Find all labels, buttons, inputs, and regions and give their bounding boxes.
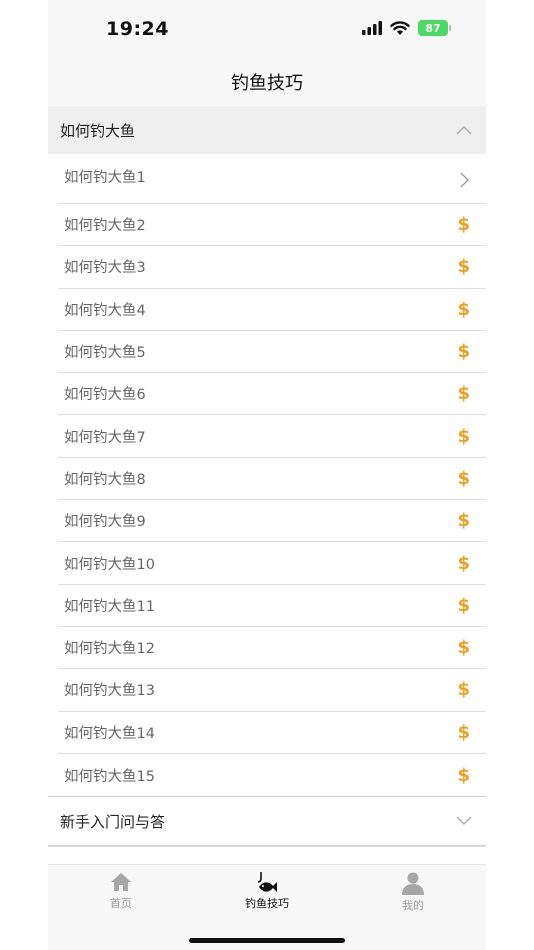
tab-profile[interactable]: 我的 bbox=[363, 871, 463, 913]
person-icon bbox=[402, 872, 424, 895]
list-item-label: 如何钓大鱼4 bbox=[64, 302, 146, 319]
left-margin bbox=[0, 0, 48, 950]
home-icon bbox=[111, 873, 131, 891]
battery-level: 87 bbox=[425, 21, 441, 35]
coin-icon: $ bbox=[457, 764, 470, 786]
list-item[interactable]: 如何钓大鱼11 $ bbox=[58, 585, 486, 627]
coin-icon: $ bbox=[457, 552, 470, 574]
chevron-down-icon bbox=[456, 816, 472, 826]
wifi-icon bbox=[390, 20, 410, 35]
list-item-label: 如何钓大鱼14 bbox=[64, 725, 155, 742]
list-item-label: 如何钓大鱼3 bbox=[64, 260, 146, 277]
list-item[interactable]: 如何钓大鱼6 $ bbox=[58, 373, 486, 416]
coin-icon: $ bbox=[457, 383, 470, 405]
status-time: 19:24 bbox=[106, 18, 169, 40]
list-item[interactable]: 如何钓大鱼8 $ bbox=[58, 458, 486, 501]
page-title: 钓鱼技巧 bbox=[231, 73, 303, 94]
list-item-label: 如何钓大鱼11 bbox=[64, 598, 155, 615]
list-item[interactable]: 如何钓大鱼4 $ bbox=[58, 289, 486, 331]
list-item[interactable]: 如何钓大鱼13 $ bbox=[58, 669, 486, 712]
list-item-label: 如何钓大鱼12 bbox=[64, 641, 155, 658]
list-item-label: 如何钓大鱼7 bbox=[64, 429, 146, 446]
list-item[interactable]: 如何钓大鱼9 $ bbox=[58, 500, 486, 543]
coin-icon: $ bbox=[457, 425, 470, 447]
coin-icon: $ bbox=[457, 298, 470, 320]
partial-section-header[interactable] bbox=[48, 846, 486, 864]
tips-list[interactable]: 如何钓大鱼 如何钓大鱼1 如何钓大鱼2 $ 如何钓大鱼3 $ 如何钓大鱼4 $ … bbox=[48, 106, 486, 864]
coin-icon: $ bbox=[457, 510, 470, 532]
list-item-label: 如何钓大鱼2 bbox=[64, 218, 146, 235]
chevron-up-icon bbox=[456, 126, 472, 135]
list-item-label: 如何钓大鱼15 bbox=[64, 768, 155, 785]
coin-icon: $ bbox=[457, 214, 470, 236]
list-item-label: 如何钓大鱼13 bbox=[64, 683, 155, 700]
tab-bar: 首页 钓鱼技巧 我的 bbox=[48, 864, 486, 950]
section-title: 新手入门问与答 bbox=[60, 812, 166, 831]
list-item[interactable]: 如何钓大鱼1 bbox=[58, 154, 486, 204]
tab-label: 钓鱼技巧 bbox=[245, 897, 289, 910]
list-item[interactable]: 如何钓大鱼12 $ bbox=[58, 627, 486, 670]
list-item-label: 如何钓大鱼10 bbox=[64, 556, 155, 573]
list-item[interactable]: 如何钓大鱼14 $ bbox=[58, 712, 486, 754]
tab-label: 我的 bbox=[402, 899, 424, 912]
list-item[interactable]: 如何钓大鱼7 $ bbox=[58, 415, 486, 458]
tab-home[interactable]: 首页 bbox=[71, 871, 171, 913]
coin-icon: $ bbox=[457, 679, 470, 701]
chevron-right-icon bbox=[460, 172, 469, 188]
section-title: 如何钓大鱼 bbox=[60, 121, 136, 140]
coin-icon: $ bbox=[457, 256, 470, 278]
signal-icon bbox=[362, 21, 382, 35]
status-bar: 19:24 87 bbox=[48, 0, 486, 58]
list-item-label: 如何钓大鱼5 bbox=[64, 345, 146, 362]
tab-fishing-tips[interactable]: 钓鱼技巧 bbox=[217, 871, 317, 913]
coin-icon: $ bbox=[457, 341, 470, 363]
list-item-label: 如何钓大鱼6 bbox=[64, 387, 146, 404]
coin-icon: $ bbox=[457, 721, 470, 743]
list-item[interactable]: 如何钓大鱼3 $ bbox=[58, 246, 486, 289]
list-item[interactable]: 如何钓大鱼2 $ bbox=[58, 204, 486, 247]
list-item-label: 如何钓大鱼8 bbox=[64, 471, 146, 488]
fishing-icon bbox=[257, 872, 277, 892]
coin-icon: $ bbox=[457, 467, 470, 489]
section-items: 如何钓大鱼1 如何钓大鱼2 $ 如何钓大鱼3 $ 如何钓大鱼4 $ 如何钓大鱼5… bbox=[48, 154, 486, 796]
list-item-label: 如何钓大鱼1 bbox=[64, 170, 146, 186]
list-item-label: 如何钓大鱼9 bbox=[64, 514, 146, 531]
app-screen: 19:24 87 钓鱼技巧 如何钓大鱼 如何钓大鱼1 如何钓大鱼2 $ 如何钓大… bbox=[48, 0, 486, 950]
list-item[interactable]: 如何钓大鱼10 $ bbox=[58, 542, 486, 585]
list-item[interactable]: 如何钓大鱼15 $ bbox=[58, 754, 486, 796]
coin-icon: $ bbox=[457, 637, 470, 659]
section-header-beginner-qa[interactable]: 新手入门问与答 bbox=[48, 796, 486, 847]
coin-icon: $ bbox=[457, 594, 470, 616]
home-indicator[interactable] bbox=[189, 938, 345, 943]
section-header-big-fish[interactable]: 如何钓大鱼 bbox=[48, 106, 486, 154]
list-item[interactable]: 如何钓大鱼5 $ bbox=[58, 331, 486, 374]
tab-label: 首页 bbox=[110, 897, 132, 910]
status-icons: 87 bbox=[362, 20, 451, 36]
battery-icon: 87 bbox=[418, 20, 451, 36]
nav-bar: 钓鱼技巧 bbox=[48, 58, 486, 106]
right-margin bbox=[486, 0, 534, 950]
